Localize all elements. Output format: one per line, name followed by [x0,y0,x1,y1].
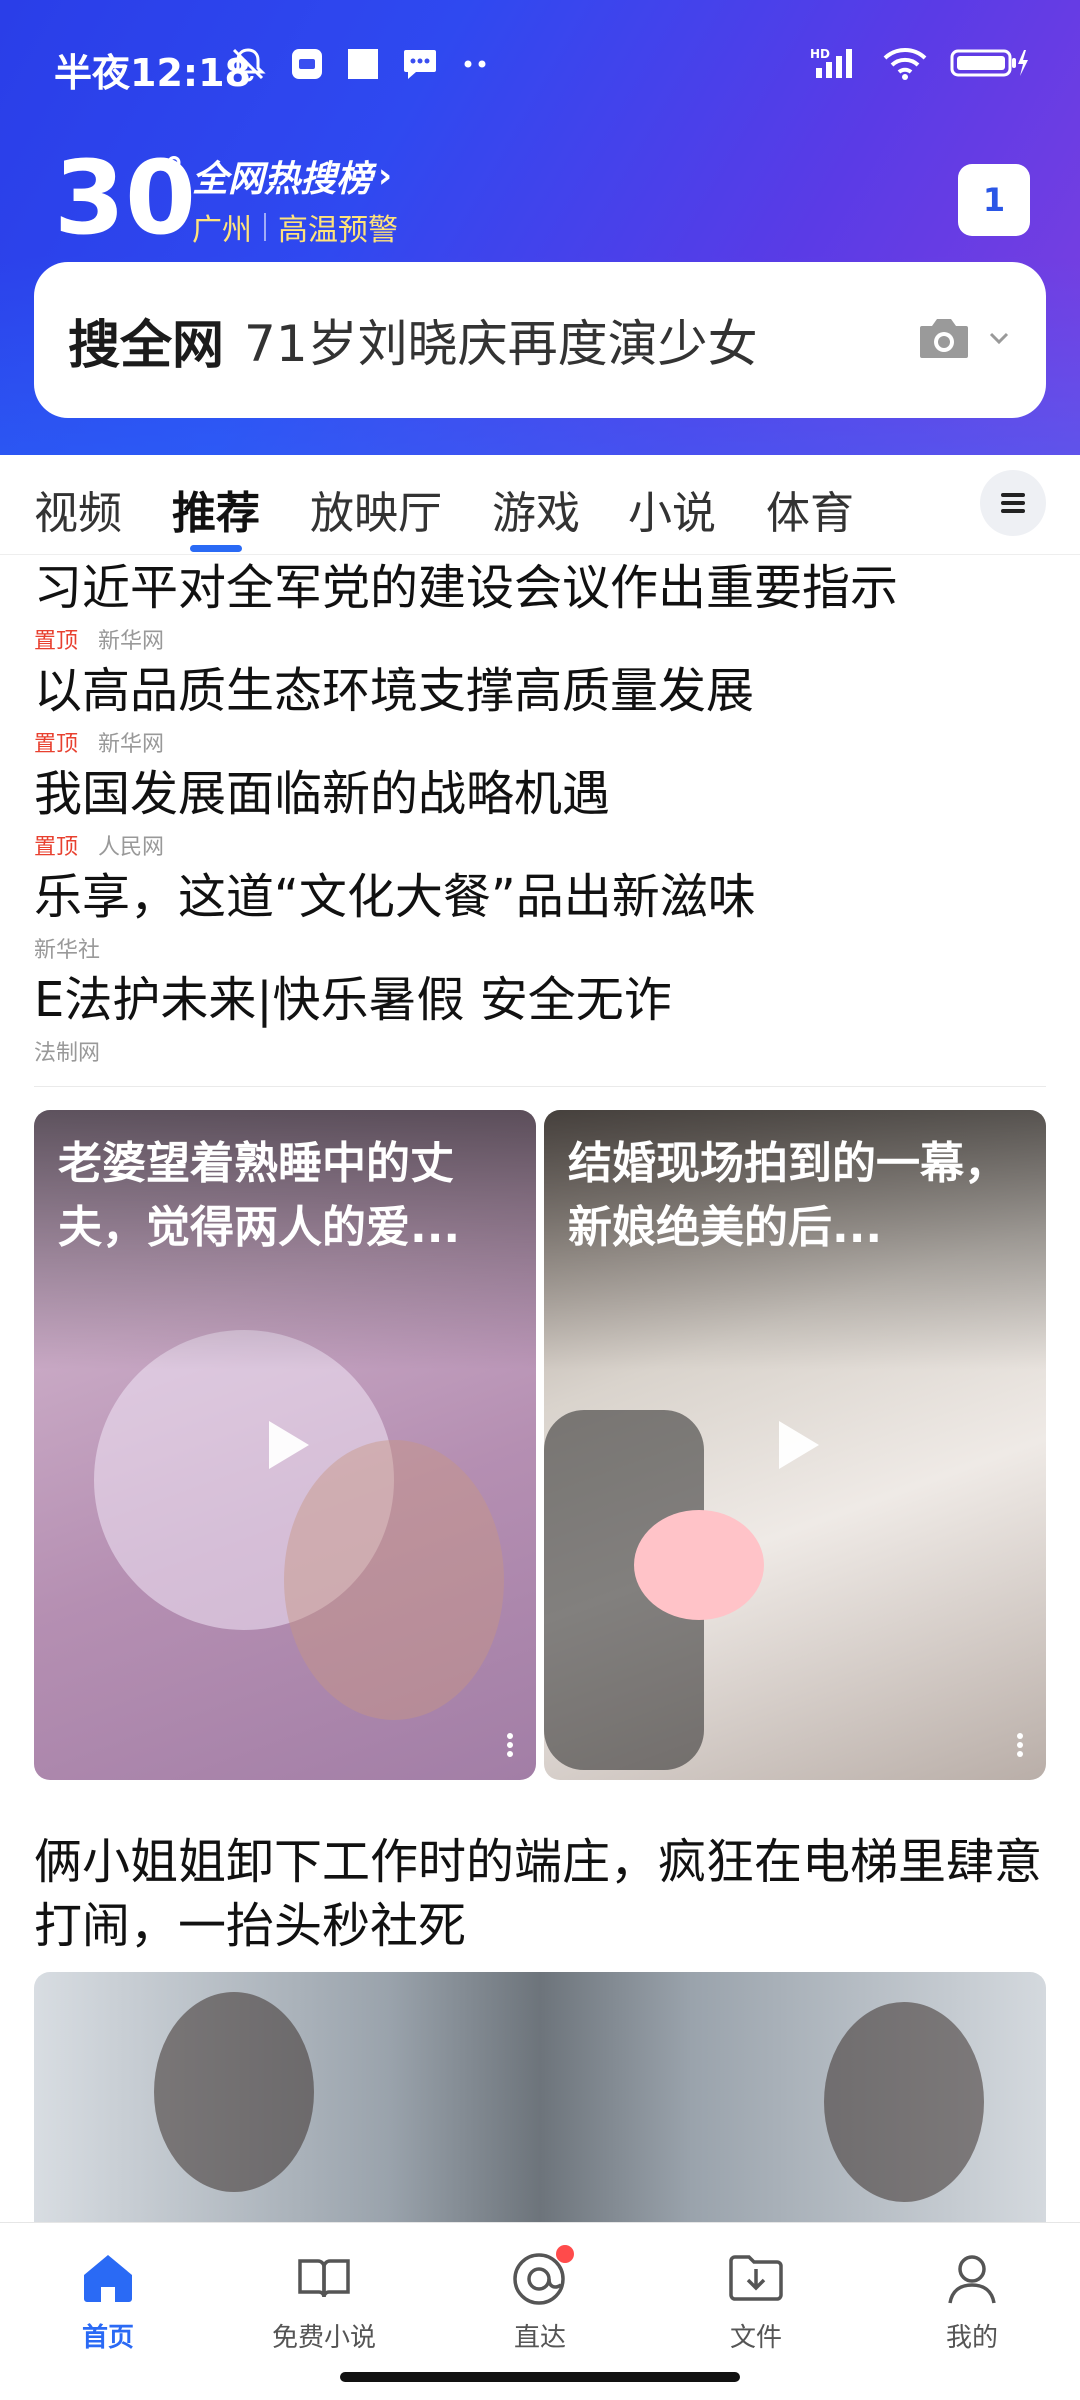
news-meta: 置顶 新华网 [34,726,1046,758]
channel-menu-button[interactable] [980,470,1046,536]
nav-label: 首页 [81,2323,134,2353]
news-title: 习近平对全军党的建设会议作出重要指示 [34,560,899,616]
active-tab-indicator [190,545,242,552]
weather-location-row[interactable]: 广州 高温预警 [192,205,398,249]
search-suggestion[interactable]: 71岁刘晓庆再度演少女 [244,304,758,376]
mi-app-icon [290,47,324,81]
more-notifications-icon [460,59,490,69]
play-icon[interactable] [763,1413,827,1477]
chevron-right-icon: › [378,156,393,196]
nav-label: 直达 [513,2323,566,2353]
divider [264,213,266,241]
news-meta: 法制网 [34,1035,1046,1067]
tab-recommended[interactable]: 推荐 [172,477,260,541]
status-notification-icons [228,44,490,84]
tab-games[interactable]: 游戏 [492,477,580,541]
news-list: 习近平对全军党的建设会议作出重要指示 置顶 新华网 以高品质生态环境支撑高质量发… [34,555,1046,1070]
pinned-badge: 置顶 [34,732,79,757]
search-actions [916,310,1012,370]
article-thumbnail-shape [154,1992,314,2192]
weather-city: 广州 [192,213,252,248]
status-bar: 半夜12:18 HD [0,0,1080,130]
article-thumbnail-shape [824,2002,984,2202]
news-meta: 新华社 [34,932,1046,964]
news-source: 法制网 [34,1041,101,1066]
temperature-degree: ° [164,150,184,196]
svg-text:HD: HD [810,47,830,61]
pinned-badge: 置顶 [34,835,79,860]
news-title: 以高品质生态环境支撑高质量发展 [34,663,755,719]
video-thumbnail-shape [284,1440,504,1720]
direct-icon [470,2245,610,2311]
home-icon [38,2245,178,2311]
news-meta: 置顶 新华网 [34,623,1046,655]
channel-tabs: 视频 推荐 放映厅 游戏 小说 体育 [0,455,1080,555]
article-title[interactable]: 俩小姐姐卸下工作时的端庄，疯狂在电梯里肆意打闹，一抬头秒社死 [34,1830,1046,1958]
play-icon[interactable] [253,1413,317,1477]
news-source: 新华网 [98,629,165,654]
home-indicator[interactable] [340,2372,740,2382]
menu-icon [1001,493,1025,513]
list-item[interactable]: 乐享，这道“文化大餐”品出新滋味 新华社 [34,864,1046,967]
signal-hd-icon: HD [810,46,860,80]
message-icon [402,47,438,81]
more-options-icon[interactable] [1016,1732,1024,1758]
tab-video[interactable]: 视频 [34,477,122,541]
weather-alert: 高温预警 [278,213,398,248]
nav-label: 我的 [945,2323,998,2353]
list-item[interactable]: 习近平对全军党的建设会议作出重要指示 置顶 新华网 [34,555,1046,658]
nav-free-novels[interactable]: 免费小说 [254,2245,394,2354]
nav-label: 文件 [729,2323,782,2353]
news-meta: 置顶 人民网 [34,829,1046,861]
more-options-icon[interactable] [506,1732,514,1758]
nav-profile[interactable]: 我的 [902,2245,1042,2354]
status-time: 半夜12:18 [54,51,251,95]
nav-direct[interactable]: 直达 [470,2245,610,2354]
tab-sports[interactable]: 体育 [766,477,854,541]
video-title: 老婆望着熟睡中的丈夫，觉得两人的爱... [58,1138,461,1253]
search-bar[interactable]: 搜全网 71岁刘晓庆再度演少女 [34,262,1046,418]
news-source: 新华网 [98,732,165,757]
tab-count-button[interactable]: 1 [958,164,1030,236]
square-notification-icon [346,47,380,81]
news-source: 新华社 [34,938,101,963]
camera-icon[interactable] [916,310,972,370]
profile-icon [902,2245,1042,2311]
wifi-icon [882,46,928,80]
list-item[interactable]: 以高品质生态环境支撑高质量发展 置顶 新华网 [34,658,1046,761]
book-icon [254,2245,394,2311]
search-brand-label: 搜全网 [68,315,225,376]
hot-list-label: 全网热搜榜 [192,159,373,200]
article-image[interactable] [34,1972,1046,2222]
video-title: 结婚现场拍到的一幕，新娘绝美的后... [568,1138,1008,1253]
tab-novels[interactable]: 小说 [628,477,716,541]
news-source: 人民网 [98,835,165,860]
battery-charging-icon [950,46,1030,80]
notification-dot [556,2245,574,2263]
video-card[interactable]: 结婚现场拍到的一幕，新娘绝美的后... [544,1110,1046,1780]
status-system-icons: HD [810,46,1030,80]
list-item[interactable]: 我国发展面临新的战略机遇 置顶 人民网 [34,761,1046,864]
pig-emoji-icon [634,1510,764,1620]
nav-home[interactable]: 首页 [38,2245,178,2354]
tab-cinema[interactable]: 放映厅 [310,477,442,541]
section-divider [34,1086,1046,1087]
news-title: E法护未来|快乐暑假 安全无诈 [34,972,672,1028]
mute-bell-icon [228,44,268,84]
chevron-down-icon[interactable] [986,325,1012,355]
nav-files[interactable]: 文件 [686,2245,826,2354]
news-title: 乐享，这道“文化大餐”品出新滋味 [34,869,756,925]
list-item[interactable]: E法护未来|快乐暑假 安全无诈 法制网 [34,967,1046,1070]
file-download-icon [686,2245,826,2311]
video-card[interactable]: 老婆望着熟睡中的丈夫，觉得两人的爱... [34,1110,536,1780]
news-title: 我国发展面临新的战略机遇 [34,766,611,822]
nav-label: 免费小说 [271,2323,376,2353]
pinned-badge: 置顶 [34,629,79,654]
hot-search-list-link[interactable]: 全网热搜榜 › [192,150,392,202]
